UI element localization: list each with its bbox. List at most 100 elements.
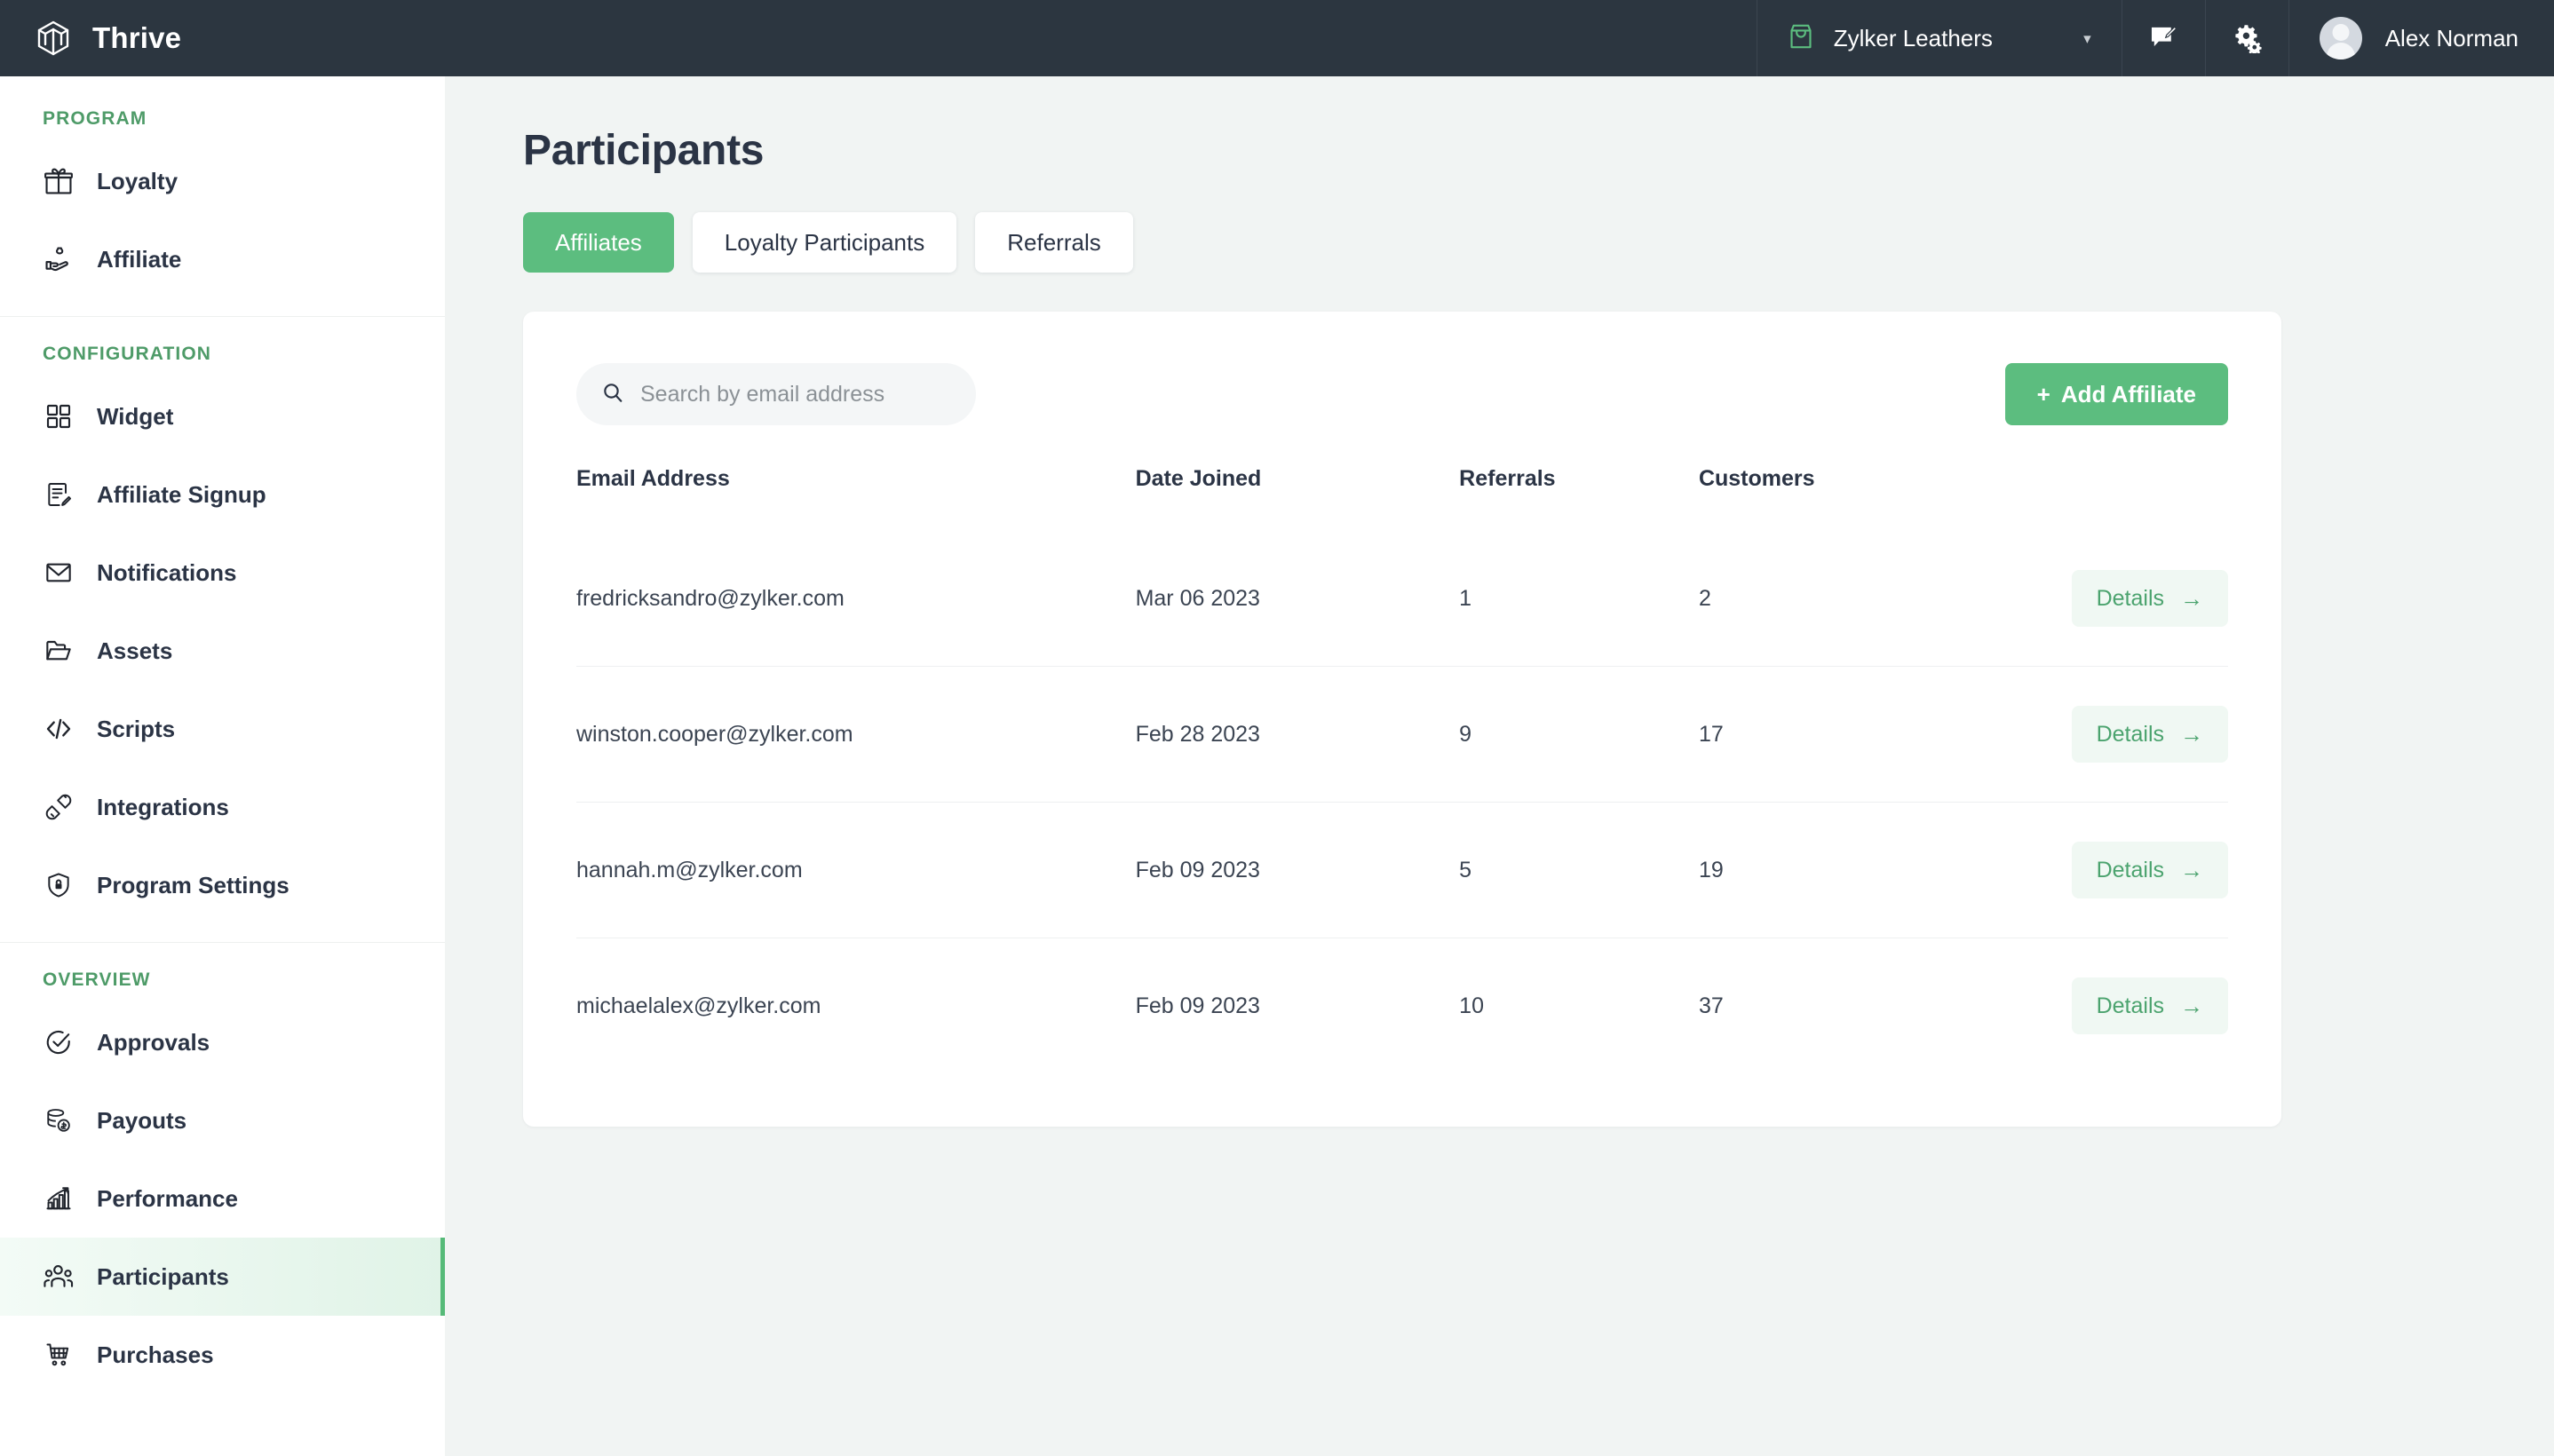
details-button[interactable]: Details → [2071,977,2228,1034]
sidebar-item-label: Widget [97,402,174,430]
details-button[interactable]: Details → [2071,570,2228,627]
brand-name: Thrive [92,21,182,54]
app-root: Thrive PROGRAM Loyalty Affiliate CONFIGU… [0,0,2554,1456]
envelope-icon [43,557,75,589]
feedback-chat-icon[interactable] [2122,0,2206,76]
sidebar-item-scripts[interactable]: Scripts [0,690,445,768]
sidebar-item-program-settings[interactable]: Program Settings [0,846,445,924]
card-toolbar: + Add Affiliate [576,363,2228,425]
column-header-actions [2072,466,2228,531]
sidebar-item-label: Loyalty [97,167,178,194]
cell-actions: Details → [2071,938,2228,1073]
arrow-right-icon: → [2180,857,2203,883]
column-header-referrals: Referrals [1459,466,1556,491]
cube-logo-icon [34,19,73,58]
sidebar-item-purchases[interactable]: Purchases [0,1316,445,1394]
avatar-icon [2319,17,2362,59]
cell-date: Feb 09 2023 [1135,802,1460,938]
cell-actions: Details → [2071,531,2228,667]
tab-affiliates[interactable]: Affiliates [523,212,674,273]
sidebar-item-label: Notifications [97,558,237,586]
store-name: Zylker Leathers [1833,24,1993,51]
chevron-down-icon[interactable]: ▾ [2083,31,2091,46]
user-name: Alex Norman [2384,24,2518,51]
cell-email: hannah.m@zylker.com [576,802,1136,938]
table-body: fredricksandro@zylker.com Mar 06 2023 1 … [576,531,2228,1073]
cell-customers: 19 [1698,802,2072,938]
tab-bar: Affiliates Loyalty Participants Referral… [523,212,2501,273]
nav-section-title-overview: OVERVIEW [43,969,151,990]
nav-section-configuration: CONFIGURATION Widget Affiliate Signup No… [0,317,445,943]
affiliates-card: + Add Affiliate Email Address Date Joine… [523,312,2281,1127]
sidebar-item-label: Participants [97,1262,229,1290]
top-header: Zylker Leathers ▾ Alex Norman [445,0,2554,76]
tab-referrals[interactable]: Referrals [975,212,1133,273]
code-icon [43,713,75,745]
details-button[interactable]: Details → [2071,706,2228,763]
people-group-icon [43,1261,75,1293]
sidebar: Thrive PROGRAM Loyalty Affiliate CONFIGU… [0,0,445,1456]
add-affiliate-button[interactable]: + Add Affiliate [2004,363,2228,425]
sidebar-item-label: Payouts [97,1106,187,1134]
sidebar-item-label: Assets [97,637,173,664]
main-area: Zylker Leathers ▾ Alex Norman Participan… [445,0,2554,1456]
page-title: Participants [523,127,765,174]
plug-icon [43,791,75,823]
sidebar-item-affiliate-signup[interactable]: Affiliate Signup [0,455,445,534]
cell-referrals: 5 [1459,802,1699,938]
nav-section-title-program: PROGRAM [43,108,147,129]
details-label: Details [2096,993,2164,1018]
folder-icon [43,635,75,667]
cell-customers: 37 [1698,938,2072,1073]
gears-icon[interactable] [2206,0,2289,76]
shopping-cart-icon [43,1339,75,1371]
cell-date: Feb 09 2023 [1135,938,1460,1073]
sidebar-item-widget[interactable]: Widget [0,377,445,455]
sidebar-item-label: Affiliate Signup [97,480,266,508]
cell-referrals: 9 [1459,666,1699,803]
nav-section-overview: OVERVIEW Approvals Payouts Performance P… [0,943,445,1412]
page-content: Participants Affiliates Loyalty Particip… [445,76,2554,1456]
sidebar-item-approvals[interactable]: Approvals [0,1003,445,1081]
table-row: michaelalex@zylker.com Feb 09 2023 10 37… [576,938,2228,1073]
cell-email: fredricksandro@zylker.com [576,585,845,611]
table-head: Email Address Date Joined Referrals Cust… [576,466,2228,531]
cell-date: Feb 28 2023 [1135,666,1460,803]
arrow-right-icon: → [2180,585,2203,612]
sidebar-item-label: Affiliate [97,245,182,273]
arrow-right-icon: → [2180,993,2203,1019]
hand-money-icon [43,243,75,275]
cell-actions: Details → [2071,802,2228,938]
sidebar-item-participants[interactable]: Participants [0,1238,445,1316]
bar-chart-arrow-icon [43,1183,75,1215]
cell-actions: Details → [2071,666,2228,803]
sidebar-item-loyalty[interactable]: Loyalty [0,142,445,220]
details-button[interactable]: Details → [2071,842,2228,898]
search-icon [601,381,624,408]
shopping-bag-icon [1786,21,1816,56]
sidebar-item-notifications[interactable]: Notifications [0,534,445,612]
sidebar-item-label: Integrations [97,793,229,820]
sidebar-item-performance[interactable]: Performance [0,1159,445,1238]
table-row: fredricksandro@zylker.com Mar 06 2023 1 … [576,531,2228,667]
column-header-date: Date Joined [1135,466,1262,491]
user-menu[interactable]: Alex Norman [2289,0,2554,76]
table-row: winston.cooper@zylker.com Feb 28 2023 9 … [576,666,2228,803]
sidebar-item-affiliate[interactable]: Affiliate [0,220,445,298]
brand-header[interactable]: Thrive [0,0,445,76]
gift-icon [43,165,75,197]
sidebar-item-integrations[interactable]: Integrations [0,768,445,846]
search-box[interactable] [576,363,976,425]
affiliates-table: Email Address Date Joined Referrals Cust… [576,466,2228,1073]
form-edit-icon [43,479,75,510]
tab-loyalty-participants[interactable]: Loyalty Participants [692,212,957,273]
sidebar-item-label: Purchases [97,1341,214,1368]
details-label: Details [2096,721,2164,747]
search-input[interactable] [640,381,951,408]
column-header-customers: Customers [1698,466,1815,491]
store-switcher[interactable]: Zylker Leathers ▾ [1756,0,2122,76]
sidebar-item-assets[interactable]: Assets [0,612,445,690]
sidebar-item-label: Approvals [97,1028,210,1056]
sidebar-item-payouts[interactable]: Payouts [0,1081,445,1159]
cell-email: winston.cooper@zylker.com [576,666,1136,803]
